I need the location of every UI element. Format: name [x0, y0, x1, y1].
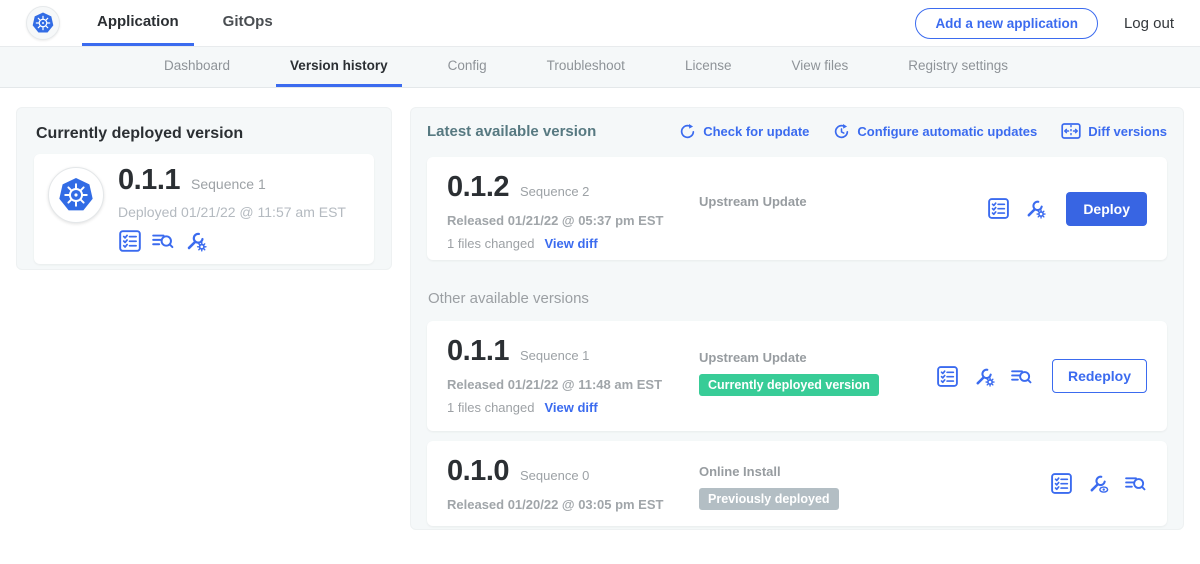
- preflight-checks-icon[interactable]: [987, 197, 1010, 220]
- latest-available-header: Latest available version Check for updat…: [427, 122, 1167, 140]
- subtab-version-history[interactable]: Version history: [276, 47, 402, 87]
- version-card-0-1-2: 0.1.2 Sequence 2 Released 01/21/22 @ 05:…: [427, 157, 1167, 260]
- subtab-config-label: Config: [448, 58, 487, 73]
- subtab-troubleshoot[interactable]: Troubleshoot: [533, 47, 639, 87]
- refresh-icon: [679, 123, 696, 140]
- subtab-version-history-label: Version history: [290, 58, 388, 73]
- logout-button[interactable]: Log out: [1124, 15, 1174, 32]
- subtab-config[interactable]: Config: [434, 47, 501, 87]
- other-available-title: Other available versions: [428, 290, 1167, 307]
- version-released-timestamp: Released 01/21/22 @ 11:48 am EST: [447, 377, 699, 392]
- logs-icon[interactable]: [1124, 472, 1147, 495]
- view-diff-link[interactable]: View diff: [544, 400, 597, 415]
- version-source: Upstream Update: [699, 350, 936, 365]
- logs-icon[interactable]: [151, 229, 175, 253]
- view-diff-link[interactable]: View diff: [544, 236, 597, 251]
- redeploy-button[interactable]: Redeploy: [1052, 359, 1147, 393]
- version-number: 0.1.0: [447, 456, 509, 488]
- preflight-checks-icon[interactable]: [118, 229, 142, 253]
- tab-application-label: Application: [97, 13, 179, 30]
- version-card-0-1-1: 0.1.1 Sequence 1 Released 01/21/22 @ 11:…: [427, 321, 1167, 431]
- version-released-timestamp: Released 01/21/22 @ 05:37 pm EST: [447, 213, 699, 228]
- check-for-update-label: Check for update: [703, 124, 809, 139]
- config-icon[interactable]: [1024, 197, 1047, 220]
- check-for-update-link[interactable]: Check for update: [679, 123, 809, 140]
- version-sequence: Sequence 0: [520, 468, 589, 483]
- diff-icon: [1061, 122, 1081, 140]
- configure-automatic-updates-label: Configure automatic updates: [857, 124, 1037, 139]
- currently-deployed-card: Currently deployed version 0.1.1 Sequenc…: [16, 107, 392, 270]
- deployed-version-card: 0.1.1 Sequence 1 Deployed 01/21/22 @ 11:…: [34, 154, 374, 264]
- deploy-button[interactable]: Deploy: [1066, 192, 1147, 226]
- previously-deployed-badge: Previously deployed: [699, 488, 839, 510]
- schedule-icon: [833, 123, 850, 140]
- subtab-dashboard-label: Dashboard: [164, 58, 230, 73]
- available-versions-panel: Latest available version Check for updat…: [410, 107, 1184, 530]
- version-sequence: Sequence 1: [520, 348, 589, 363]
- diff-versions-link[interactable]: Diff versions: [1061, 122, 1167, 140]
- diff-versions-label: Diff versions: [1088, 124, 1167, 139]
- configure-automatic-updates-link[interactable]: Configure automatic updates: [833, 123, 1037, 140]
- kubernetes-logo-icon: [26, 6, 60, 40]
- app-screen: Application GitOps Add a new application…: [0, 0, 1200, 564]
- latest-available-title: Latest available version: [427, 123, 596, 140]
- currently-deployed-badge: Currently deployed version: [699, 374, 879, 396]
- sub-nav: Dashboard Version history Config Trouble…: [0, 47, 1200, 88]
- top-nav-right: Add a new application Log out: [915, 0, 1200, 46]
- config-view-icon[interactable]: [1087, 472, 1110, 495]
- version-number: 0.1.2: [447, 172, 509, 204]
- subtab-troubleshoot-label: Troubleshoot: [547, 58, 625, 73]
- subtab-registry-settings-label: Registry settings: [908, 58, 1008, 73]
- top-nav: Application GitOps Add a new application…: [0, 0, 1200, 47]
- currently-deployed-title: Currently deployed version: [36, 125, 374, 143]
- version-sequence: Sequence 2: [520, 184, 589, 199]
- subtab-view-files-label: View files: [791, 58, 848, 73]
- config-icon[interactable]: [973, 365, 996, 388]
- tab-gitops[interactable]: GitOps: [208, 0, 288, 46]
- version-number: 0.1.1: [447, 336, 509, 368]
- files-changed-label: 1 files changed: [447, 236, 534, 251]
- app-kubernetes-logo-icon: [48, 167, 104, 223]
- deployed-timestamp: Deployed 01/21/22 @ 11:57 am EST: [118, 204, 346, 220]
- preflight-checks-icon[interactable]: [936, 365, 959, 388]
- files-changed-label: 1 files changed: [447, 400, 534, 415]
- preflight-checks-icon[interactable]: [1050, 472, 1073, 495]
- deployed-version-number: 0.1.1: [118, 165, 180, 197]
- subtab-registry-settings[interactable]: Registry settings: [894, 47, 1022, 87]
- subtab-license[interactable]: License: [671, 47, 746, 87]
- tab-application[interactable]: Application: [82, 0, 194, 46]
- logs-icon[interactable]: [1010, 365, 1033, 388]
- version-source: Online Install: [699, 464, 1050, 479]
- subtab-license-label: License: [685, 58, 732, 73]
- subtab-dashboard[interactable]: Dashboard: [150, 47, 244, 87]
- subtab-view-files[interactable]: View files: [777, 47, 862, 87]
- add-application-button[interactable]: Add a new application: [915, 8, 1098, 39]
- version-card-0-1-0: 0.1.0 Sequence 0 Released 01/20/22 @ 03:…: [427, 441, 1167, 526]
- version-released-timestamp: Released 01/20/22 @ 03:05 pm EST: [447, 497, 699, 512]
- deployed-sequence: Sequence 1: [191, 176, 266, 192]
- brand-logo: [0, 0, 82, 46]
- config-icon[interactable]: [184, 229, 208, 253]
- tab-gitops-label: GitOps: [223, 13, 273, 30]
- version-source: Upstream Update: [699, 194, 987, 209]
